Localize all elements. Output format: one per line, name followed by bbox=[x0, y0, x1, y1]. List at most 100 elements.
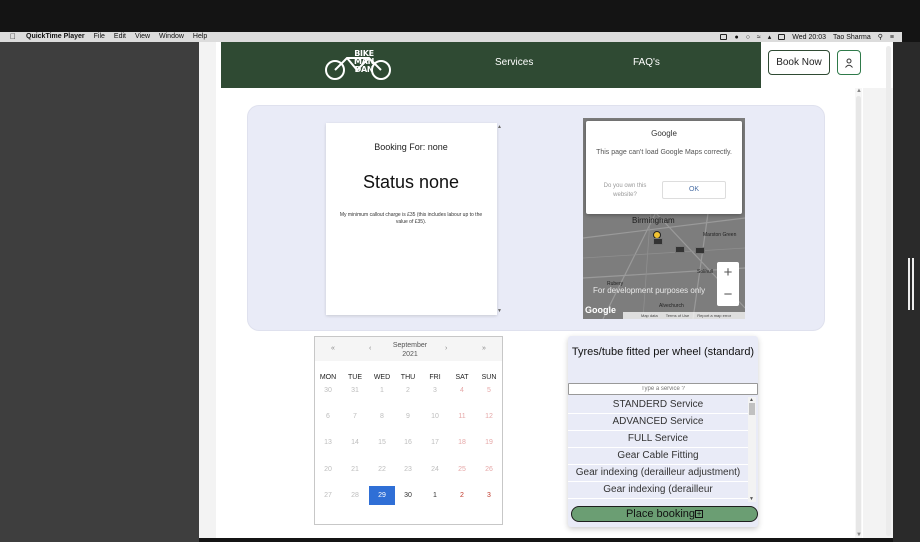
calendar-day[interactable]: 5 bbox=[476, 381, 502, 400]
scroll-up-icon[interactable]: ▲ bbox=[856, 88, 862, 94]
map-city-label: Birmingham bbox=[632, 216, 675, 225]
map-own-website-link[interactable]: Do you own this website? bbox=[598, 182, 652, 200]
nav-link-services[interactable]: Services bbox=[495, 57, 533, 68]
calendar-day[interactable]: 21 bbox=[342, 460, 368, 479]
calendar-day[interactable]: 4 bbox=[449, 381, 475, 400]
control-center-icon[interactable]: ≡ bbox=[890, 34, 894, 41]
wifi-icon[interactable]: ≈ bbox=[757, 34, 761, 41]
map-terms-link[interactable]: Terms of Use bbox=[666, 313, 690, 318]
calendar-day[interactable]: 25 bbox=[449, 460, 475, 479]
prev-year-icon[interactable]: « bbox=[331, 345, 335, 352]
scroll-thumb[interactable] bbox=[749, 403, 755, 415]
map-data-link[interactable]: Map data bbox=[641, 313, 658, 318]
calendar-day[interactable]: 8 bbox=[369, 407, 395, 426]
calendar-day[interactable]: 23 bbox=[395, 460, 421, 479]
menu-help[interactable]: Help bbox=[193, 32, 207, 42]
service-list-scrollbar[interactable]: ▲ ▼ bbox=[748, 397, 756, 502]
calendar-day-selected[interactable]: 29 bbox=[369, 486, 395, 505]
calendar-day[interactable]: 20 bbox=[315, 460, 341, 479]
display-icon[interactable] bbox=[778, 34, 786, 40]
calendar-day[interactable]: 10 bbox=[422, 407, 448, 426]
calendar-day[interactable]: 17 bbox=[422, 433, 448, 452]
map-marker-icon[interactable] bbox=[653, 238, 663, 245]
calendar-day[interactable]: 26 bbox=[476, 460, 502, 479]
place-booking-button[interactable]: Place booking + bbox=[571, 506, 758, 522]
scroll-down-icon[interactable]: ▼ bbox=[497, 308, 502, 314]
calendar-day[interactable]: 16 bbox=[395, 433, 421, 452]
calendar-day[interactable]: 1 bbox=[422, 486, 448, 505]
scroll-down-icon[interactable]: ▼ bbox=[856, 532, 862, 538]
next-year-icon[interactable]: » bbox=[482, 345, 486, 352]
weekday-header: THU bbox=[400, 374, 416, 381]
service-option[interactable]: FULL Service bbox=[568, 431, 748, 448]
zoom-out-icon[interactable]: − bbox=[717, 284, 739, 306]
calendar-day[interactable]: 12 bbox=[476, 407, 502, 426]
site-logo[interactable]: BIKE MAN DAN bbox=[321, 48, 395, 82]
calendar-day[interactable]: 30 bbox=[315, 381, 341, 400]
calendar-day[interactable]: 7 bbox=[342, 407, 368, 426]
calendar-day[interactable]: 14 bbox=[342, 433, 368, 452]
map-ok-button[interactable]: OK bbox=[662, 181, 726, 199]
book-now-button[interactable]: Book Now bbox=[768, 50, 830, 75]
scroll-thumb[interactable] bbox=[886, 46, 891, 536]
calendar-day[interactable]: 9 bbox=[395, 407, 421, 426]
screen-record-icon[interactable] bbox=[720, 34, 728, 40]
spotlight-icon[interactable]: ⚲ bbox=[878, 33, 883, 41]
calendar-day[interactable]: 24 bbox=[422, 460, 448, 479]
map-report-link[interactable]: Report a map error bbox=[697, 313, 731, 318]
booking-card-scrollbar[interactable]: ▲ ▼ bbox=[496, 123, 503, 315]
user-account-button[interactable] bbox=[837, 50, 861, 75]
google-map[interactable]: Birmingham Marston Green Solihull Rubery… bbox=[583, 118, 745, 319]
map-marker-icon[interactable] bbox=[675, 246, 685, 253]
calendar-day[interactable]: 3 bbox=[476, 486, 502, 505]
scroll-thumb[interactable] bbox=[856, 96, 861, 536]
calendar-month-label[interactable]: September 2021 bbox=[375, 341, 445, 359]
scroll-down-icon[interactable]: ▼ bbox=[749, 496, 754, 502]
map-marker-icon[interactable] bbox=[695, 247, 705, 254]
calendar-day[interactable]: 3 bbox=[422, 381, 448, 400]
calendar-day[interactable]: 31 bbox=[342, 381, 368, 400]
zoom-in-icon[interactable]: + bbox=[717, 262, 739, 284]
service-option[interactable]: Gear indexing (derailleur bbox=[568, 482, 748, 499]
google-logo: Google bbox=[585, 305, 616, 315]
calendar-day[interactable]: 2 bbox=[449, 486, 475, 505]
calendar-day[interactable]: 18 bbox=[449, 433, 475, 452]
resize-handle[interactable] bbox=[908, 258, 914, 310]
next-month-icon[interactable]: › bbox=[445, 345, 447, 352]
calendar-day[interactable]: 2 bbox=[395, 381, 421, 400]
plus-icon: + bbox=[695, 509, 704, 519]
menu-edit[interactable]: Edit bbox=[114, 32, 126, 42]
calendar-day[interactable]: 6 bbox=[315, 407, 341, 426]
calendar-day[interactable]: 13 bbox=[315, 433, 341, 452]
calendar-day[interactable]: 30 bbox=[395, 486, 421, 505]
menu-view[interactable]: View bbox=[135, 32, 150, 42]
battery-icon[interactable]: ○ bbox=[746, 34, 750, 41]
menu-file[interactable]: File bbox=[94, 32, 105, 42]
calendar-day[interactable]: 22 bbox=[369, 460, 395, 479]
page-scrollbar[interactable]: ▲ ▼ bbox=[855, 88, 862, 538]
menubar-user[interactable]: Tao Sharma bbox=[833, 34, 871, 41]
window-scrollbar[interactable] bbox=[885, 46, 892, 536]
menu-app-name[interactable]: QuickTime Player bbox=[26, 32, 85, 42]
service-option[interactable]: Gear indexing (derailleur adjustment) bbox=[568, 465, 748, 482]
menu-window[interactable]: Window bbox=[159, 32, 184, 42]
service-option[interactable]: STANDERD Service bbox=[568, 397, 748, 414]
microphone-icon[interactable]: ● bbox=[734, 34, 738, 41]
scroll-up-icon[interactable]: ▲ bbox=[497, 124, 502, 130]
calendar-day[interactable]: 11 bbox=[449, 407, 475, 426]
services-panel: Tyres/tube fitted per wheel (standard) S… bbox=[568, 336, 758, 527]
calendar-day[interactable]: 28 bbox=[342, 486, 368, 505]
service-option[interactable]: ADVANCED Service bbox=[568, 414, 748, 431]
calendar-day[interactable]: 27 bbox=[315, 486, 341, 505]
menubar-clock[interactable]: Wed 20:03 bbox=[792, 34, 826, 41]
calendar-day[interactable]: 1 bbox=[369, 381, 395, 400]
service-option[interactable]: Gear Cable Fitting bbox=[568, 448, 748, 465]
calendar-year: 2021 bbox=[402, 351, 418, 358]
volume-icon[interactable]: ▴ bbox=[768, 33, 772, 41]
service-search-input[interactable] bbox=[568, 383, 758, 395]
prev-month-icon[interactable]: ‹ bbox=[369, 345, 371, 352]
apple-icon[interactable]:  bbox=[10, 32, 16, 42]
calendar-day[interactable]: 15 bbox=[369, 433, 395, 452]
nav-link-faqs[interactable]: FAQ's bbox=[633, 57, 660, 68]
calendar-day[interactable]: 19 bbox=[476, 433, 502, 452]
